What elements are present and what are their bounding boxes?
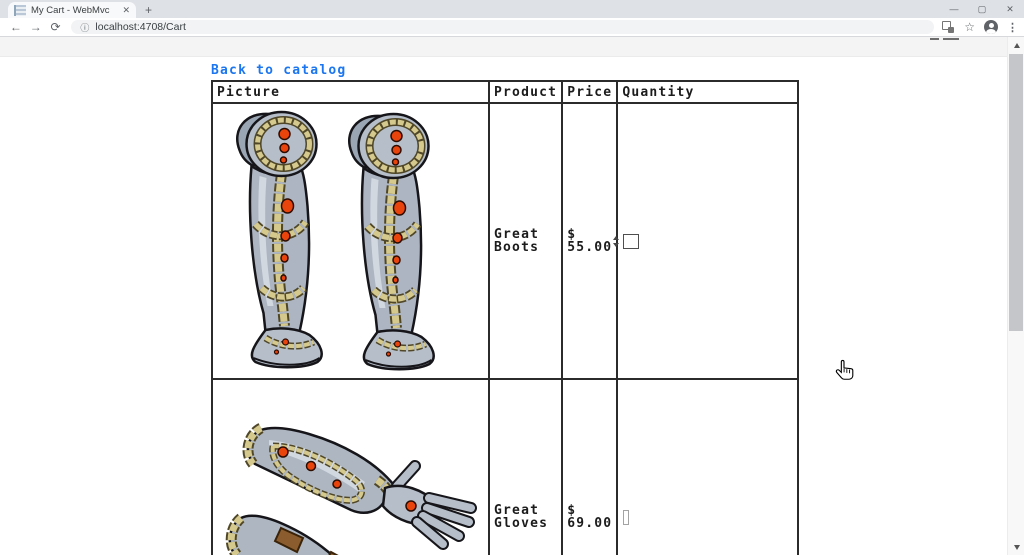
maximize-button[interactable]: ▢ (968, 0, 996, 18)
address-bar[interactable]: ⓘ localhost:4708/Cart (71, 20, 935, 34)
bookmark-star-icon[interactable]: ☆ (964, 21, 975, 33)
toolbar-icons: ☆ ⋮ (942, 20, 1024, 34)
window-controls: — ▢ ✕ (940, 0, 1024, 18)
quantity-cell (616, 378, 800, 555)
close-button[interactable]: ✕ (996, 0, 1024, 18)
header-quantity: Quantity (616, 80, 800, 104)
forward-icon[interactable]: → (26, 20, 46, 34)
browser-window: My Cart - WebMvc ✕ + — ▢ ✕ ← → ⟳ ⓘ local… (0, 0, 1024, 555)
translate-icon[interactable] (942, 20, 955, 34)
quantity-cell (612, 102, 800, 380)
cart-table: Picture Product Price Quantity Great Boo… (211, 80, 800, 555)
menu-dots-icon[interactable]: ⋮ (1007, 21, 1018, 34)
page-content: Back to catalog Picture Product Price Qu… (0, 37, 1024, 555)
minimize-button[interactable]: — (940, 0, 968, 18)
quantity-input-boots[interactable] (623, 233, 640, 249)
cart-table-header-row: Picture Product Price Quantity (211, 80, 800, 104)
new-tab-button[interactable]: + (145, 3, 152, 17)
page-info-icon[interactable]: ⓘ (80, 21, 89, 34)
header-price: Price (561, 80, 619, 104)
browser-toolbar: ← → ⟳ ⓘ localhost:4708/Cart ☆ ⋮ (0, 18, 1024, 37)
profile-avatar-icon[interactable] (984, 20, 999, 34)
back-to-catalog-link[interactable]: Back to catalog (211, 63, 346, 78)
site-favicon-icon (14, 4, 26, 16)
header-product: Product (487, 80, 564, 104)
gloves-picture-cell (211, 378, 490, 555)
product-name-cell: Great Gloves (487, 378, 564, 555)
boots-picture-cell (211, 102, 490, 380)
price-cell: $ 69.00 (561, 378, 619, 555)
scroll-down-icon[interactable] (1008, 539, 1024, 555)
header-picture: Picture (211, 80, 490, 104)
cart-row-gloves: Great Gloves $ 69.00 (211, 378, 800, 555)
price-cell: $ 55.00 (561, 102, 619, 380)
refresh-icon[interactable]: ⟳ (46, 20, 66, 34)
page-header-strip (0, 37, 1007, 57)
back-icon[interactable]: ← (6, 20, 26, 34)
vertical-scrollbar[interactable] (1007, 37, 1024, 555)
armored-gauntlets-image (225, 422, 477, 555)
armored-boots-image (217, 106, 445, 374)
product-name-cell: Great Boots (487, 102, 564, 380)
scrollbar-thumb[interactable] (1009, 54, 1023, 331)
browser-tab[interactable]: My Cart - WebMvc ✕ (8, 2, 136, 18)
tab-title: My Cart - WebMvc (31, 4, 110, 16)
tab-bar: My Cart - WebMvc ✕ + — ▢ ✕ (0, 0, 1024, 18)
cart-row-boots: Great Boots $ 55.00 (211, 102, 800, 380)
hand-cursor-icon (835, 359, 854, 380)
quantity-input-gloves[interactable] (623, 509, 630, 525)
tab-close-icon[interactable]: ✕ (122, 5, 130, 16)
url-text: localhost:4708/Cart (95, 21, 186, 33)
scroll-up-icon[interactable] (1008, 37, 1024, 53)
truncated-text-fragment (930, 38, 959, 43)
quantity-spinner[interactable] (610, 235, 621, 247)
